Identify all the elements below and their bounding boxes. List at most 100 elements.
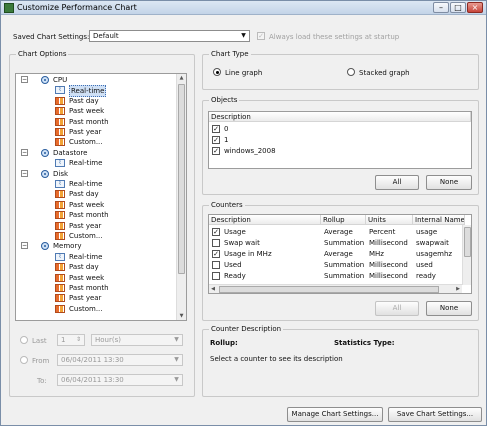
- tree-node-interval[interactable]: Past day: [17, 262, 177, 272]
- counters-column-header[interactable]: Units: [366, 215, 413, 225]
- counter-row[interactable]: Used Summation Millisecond used: [209, 260, 462, 270]
- tree-node-interval[interactable]: ⌇ Real-time: [17, 85, 177, 98]
- objects-list: Description ✓ 0 ✓ 1 ✓ windows_2008: [208, 111, 472, 169]
- collapse-icon[interactable]: −: [21, 148, 28, 156]
- last-value: 1: [61, 336, 66, 344]
- bar-chart-icon: [55, 107, 65, 116]
- minimize-button[interactable]: –: [433, 2, 449, 13]
- manage-chart-settings-button[interactable]: Manage Chart Settings...: [287, 407, 383, 422]
- tree-node-interval[interactable]: Past week: [17, 273, 177, 283]
- to-date-picker[interactable]: 06/04/2011 13:30 ▼: [57, 374, 183, 386]
- tree-scrollbar[interactable]: ▲ ▼: [176, 74, 186, 320]
- spinner-icon: ⇕: [75, 336, 82, 343]
- rollup-label: Rollup:: [210, 339, 238, 347]
- counter-group-icon: [41, 242, 49, 251]
- counters-hscroll[interactable]: ◀ ▶: [209, 284, 462, 293]
- from-radio[interactable]: [20, 356, 28, 364]
- objects-none-button[interactable]: None: [426, 175, 472, 190]
- counter-checkbox[interactable]: ✓: [212, 250, 220, 258]
- counter-checkbox[interactable]: [212, 261, 220, 269]
- tree-node-interval[interactable]: Custom...: [17, 231, 177, 241]
- counter-description-hint: Select a counter to see its description: [210, 355, 343, 363]
- tree-node-group[interactable]: −Network: [17, 314, 177, 315]
- last-value-spinner[interactable]: 1 ⇕: [57, 334, 85, 346]
- collapse-icon[interactable]: −: [21, 242, 28, 250]
- tree-node-interval[interactable]: ⌇ Real-time: [17, 158, 177, 168]
- tree-node-interval[interactable]: ⌇ Real-time: [17, 252, 177, 262]
- object-checkbox[interactable]: ✓: [212, 125, 220, 133]
- tree-node-group[interactable]: − Memory: [17, 241, 177, 251]
- tree-scroll-thumb[interactable]: [178, 84, 185, 274]
- counter-row[interactable]: Swap wait Summation Millisecond swapwait: [209, 238, 462, 248]
- tree-node-interval[interactable]: Past year: [17, 127, 177, 137]
- counters-vscroll-thumb[interactable]: [464, 227, 471, 257]
- always-load-checkbox[interactable]: ✓: [257, 32, 265, 40]
- object-label: 0: [224, 125, 229, 133]
- counter-row[interactable]: ✓ Usage in MHz Average MHz usagemhz: [209, 249, 462, 259]
- counters-all-button[interactable]: All: [375, 301, 419, 316]
- objects-all-button[interactable]: All: [375, 175, 419, 190]
- counter-cell: Usage: [224, 228, 246, 236]
- tree-node-interval[interactable]: Past year: [17, 293, 177, 303]
- counter-checkbox[interactable]: ✓: [212, 228, 220, 236]
- scroll-right-icon[interactable]: ▶: [454, 285, 462, 293]
- last-unit-dropdown[interactable]: Hour(s) ▼: [91, 334, 183, 346]
- tree-node-interval[interactable]: Custom...: [17, 137, 177, 147]
- last-radio[interactable]: [20, 336, 28, 344]
- object-label: windows_2008: [224, 147, 276, 155]
- tree-node-interval[interactable]: Past week: [17, 200, 177, 210]
- counter-cell: usagemhz: [416, 250, 453, 258]
- counter-group-icon: [41, 169, 49, 178]
- chevron-down-icon: ▼: [174, 376, 179, 383]
- tree-node-interval[interactable]: Past month: [17, 210, 177, 220]
- tree-node-label: Past year: [69, 221, 102, 230]
- scroll-up-icon[interactable]: ▲: [177, 74, 186, 82]
- tree-node-interval[interactable]: ⌇ Real-time: [17, 179, 177, 189]
- tree-node-label: Disk: [53, 169, 69, 178]
- scroll-down-icon[interactable]: ▼: [177, 312, 186, 320]
- tree-node-interval[interactable]: Past month: [17, 283, 177, 293]
- counters-column-header[interactable]: Rollup: [321, 215, 366, 225]
- last-label: Last: [32, 337, 47, 345]
- counters-none-button[interactable]: None: [426, 301, 472, 316]
- tree-node-label: Custom...: [69, 232, 103, 240]
- counter-checkbox[interactable]: [212, 272, 220, 280]
- tree-node-group[interactable]: − Datastore: [17, 148, 177, 158]
- title-bar[interactable]: Customize Performance Chart – □ ×: [1, 1, 486, 15]
- from-date-picker[interactable]: 06/04/2011 13:30 ▼: [57, 354, 183, 366]
- counters-column-header[interactable]: Description: [209, 215, 321, 225]
- object-row[interactable]: ✓ 0: [209, 124, 471, 134]
- tree-node-interval[interactable]: Past week: [17, 106, 177, 116]
- maximize-button[interactable]: □: [450, 2, 466, 13]
- counter-checkbox[interactable]: [212, 239, 220, 247]
- tree-node-interval[interactable]: Past day: [17, 189, 177, 199]
- object-row[interactable]: ✓ windows_2008: [209, 146, 471, 156]
- counters-hscroll-thumb[interactable]: [219, 286, 439, 293]
- tree-node-interval[interactable]: Past year: [17, 221, 177, 231]
- collapse-icon[interactable]: −: [21, 76, 28, 83]
- stacked-graph-radio[interactable]: [347, 68, 355, 76]
- object-checkbox[interactable]: ✓: [212, 136, 220, 144]
- tree-node-interval[interactable]: Custom...: [17, 304, 177, 314]
- close-button[interactable]: ×: [467, 2, 483, 13]
- object-checkbox[interactable]: ✓: [212, 147, 220, 155]
- tree-node-interval[interactable]: Past day: [17, 96, 177, 106]
- tree-node-interval[interactable]: Past month: [17, 117, 177, 127]
- counters-column-header[interactable]: Internal Name: [413, 215, 465, 225]
- save-chart-settings-button[interactable]: Save Chart Settings...: [388, 407, 482, 422]
- objects-description-header[interactable]: Description: [209, 112, 471, 122]
- tree-node-group[interactable]: − Disk: [17, 169, 177, 179]
- counter-row[interactable]: Ready Summation Millisecond ready: [209, 271, 462, 281]
- counter-row[interactable]: ✓ Usage Average Percent usage: [209, 227, 462, 237]
- line-graph-radio[interactable]: [213, 68, 221, 76]
- saved-settings-dropdown[interactable]: Default ▼: [89, 30, 250, 42]
- counter-cell: swapwait: [416, 239, 449, 247]
- objects-title: Objects: [209, 96, 240, 104]
- counters-vscroll[interactable]: [462, 225, 471, 285]
- tree-node-label: Network: [53, 314, 82, 315]
- object-row[interactable]: ✓ 1: [209, 135, 471, 145]
- collapse-icon[interactable]: −: [21, 169, 28, 177]
- tree-node-group[interactable]: − CPU: [17, 75, 177, 85]
- bar-chart-icon: [55, 304, 65, 313]
- scroll-left-icon[interactable]: ◀: [209, 285, 217, 293]
